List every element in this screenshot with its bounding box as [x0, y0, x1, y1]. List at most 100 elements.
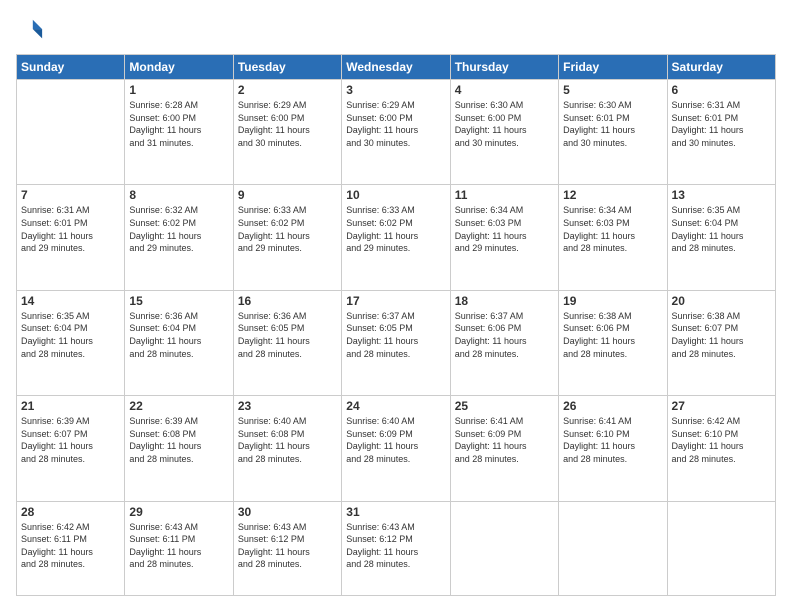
day-info: Sunrise: 6:36 AMSunset: 6:05 PMDaylight:… [238, 310, 337, 360]
day-number: 15 [129, 294, 228, 308]
day-number: 23 [238, 399, 337, 413]
day-number: 14 [21, 294, 120, 308]
day-info: Sunrise: 6:39 AMSunset: 6:07 PMDaylight:… [21, 415, 120, 465]
day-info: Sunrise: 6:33 AMSunset: 6:02 PMDaylight:… [238, 204, 337, 254]
day-info: Sunrise: 6:30 AMSunset: 6:01 PMDaylight:… [563, 99, 662, 149]
day-number: 1 [129, 83, 228, 97]
calendar-cell: 5 Sunrise: 6:30 AMSunset: 6:01 PMDaylight… [559, 80, 667, 185]
day-number: 11 [455, 188, 554, 202]
day-info: Sunrise: 6:37 AMSunset: 6:05 PMDaylight:… [346, 310, 445, 360]
calendar-cell: 2 Sunrise: 6:29 AMSunset: 6:00 PMDaylight… [233, 80, 341, 185]
calendar-week-row: 7 Sunrise: 6:31 AMSunset: 6:01 PMDaylight… [17, 185, 776, 290]
calendar-cell: 27 Sunrise: 6:42 AMSunset: 6:10 PMDayligh… [667, 396, 775, 501]
day-info: Sunrise: 6:29 AMSunset: 6:00 PMDaylight:… [238, 99, 337, 149]
day-number: 12 [563, 188, 662, 202]
day-info: Sunrise: 6:42 AMSunset: 6:10 PMDaylight:… [672, 415, 771, 465]
calendar-cell: 20 Sunrise: 6:38 AMSunset: 6:07 PMDayligh… [667, 290, 775, 395]
calendar-cell: 30Sunrise: 6:43 AMSunset: 6:12 PMDayligh… [233, 501, 341, 595]
calendar-cell: 8 Sunrise: 6:32 AMSunset: 6:02 PMDaylight… [125, 185, 233, 290]
calendar-cell: 22Sunrise: 6:39 AMSunset: 6:08 PMDayligh… [125, 396, 233, 501]
day-number: 2 [238, 83, 337, 97]
calendar-cell: 23 Sunrise: 6:40 AMSunset: 6:08 PMDayligh… [233, 396, 341, 501]
day-info: Sunrise: 6:33 AMSunset: 6:02 PMDaylight:… [346, 204, 445, 254]
calendar-cell: 18Sunrise: 6:37 AMSunset: 6:06 PMDayligh… [450, 290, 558, 395]
calendar-cell: 9 Sunrise: 6:33 AMSunset: 6:02 PMDaylight… [233, 185, 341, 290]
day-number: 17 [346, 294, 445, 308]
day-number: 24 [346, 399, 445, 413]
calendar-cell: 13 Sunrise: 6:35 AMSunset: 6:04 PMDayligh… [667, 185, 775, 290]
calendar-header-sunday: Sunday [17, 55, 125, 80]
day-number: 18 [455, 294, 554, 308]
day-info: Sunrise: 6:31 AMSunset: 6:01 PMDaylight:… [672, 99, 771, 149]
calendar-cell: 16Sunrise: 6:36 AMSunset: 6:05 PMDayligh… [233, 290, 341, 395]
calendar-table: SundayMondayTuesdayWednesdayThursdayFrid… [16, 54, 776, 596]
calendar-cell: 10 Sunrise: 6:33 AMSunset: 6:02 PMDayligh… [342, 185, 450, 290]
day-info: Sunrise: 6:30 AMSunset: 6:00 PMDaylight:… [455, 99, 554, 149]
day-number: 10 [346, 188, 445, 202]
calendar-cell: 21 Sunrise: 6:39 AMSunset: 6:07 PMDayligh… [17, 396, 125, 501]
calendar-cell: 19Sunrise: 6:38 AMSunset: 6:06 PMDayligh… [559, 290, 667, 395]
day-info: Sunrise: 6:31 AMSunset: 6:01 PMDaylight:… [21, 204, 120, 254]
calendar-cell: 7 Sunrise: 6:31 AMSunset: 6:01 PMDaylight… [17, 185, 125, 290]
day-info: Sunrise: 6:41 AMSunset: 6:10 PMDaylight:… [563, 415, 662, 465]
calendar-cell: 25 Sunrise: 6:41 AMSunset: 6:09 PMDayligh… [450, 396, 558, 501]
calendar-cell: 3 Sunrise: 6:29 AMSunset: 6:00 PMDaylight… [342, 80, 450, 185]
day-info: Sunrise: 6:41 AMSunset: 6:09 PMDaylight:… [455, 415, 554, 465]
day-info: Sunrise: 6:43 AMSunset: 6:11 PMDaylight:… [129, 521, 228, 571]
day-number: 6 [672, 83, 771, 97]
calendar-header-row: SundayMondayTuesdayWednesdayThursdayFrid… [17, 55, 776, 80]
calendar-cell: 29 Sunrise: 6:43 AMSunset: 6:11 PMDayligh… [125, 501, 233, 595]
day-info: Sunrise: 6:35 AMSunset: 6:04 PMDaylight:… [672, 204, 771, 254]
calendar-cell [17, 80, 125, 185]
logo [16, 16, 48, 44]
day-number: 25 [455, 399, 554, 413]
day-info: Sunrise: 6:32 AMSunset: 6:02 PMDaylight:… [129, 204, 228, 254]
calendar-cell: 12 Sunrise: 6:34 AMSunset: 6:03 PMDayligh… [559, 185, 667, 290]
day-info: Sunrise: 6:29 AMSunset: 6:00 PMDaylight:… [346, 99, 445, 149]
page: SundayMondayTuesdayWednesdayThursdayFrid… [0, 0, 792, 612]
calendar-header-saturday: Saturday [667, 55, 775, 80]
day-number: 8 [129, 188, 228, 202]
day-number: 4 [455, 83, 554, 97]
day-info: Sunrise: 6:40 AMSunset: 6:08 PMDaylight:… [238, 415, 337, 465]
day-number: 27 [672, 399, 771, 413]
calendar-cell: 31 Sunrise: 6:43 AMSunset: 6:12 PMDayligh… [342, 501, 450, 595]
day-number: 3 [346, 83, 445, 97]
calendar-week-row: 21 Sunrise: 6:39 AMSunset: 6:07 PMDayligh… [17, 396, 776, 501]
day-number: 7 [21, 188, 120, 202]
calendar-header-tuesday: Tuesday [233, 55, 341, 80]
day-number: 5 [563, 83, 662, 97]
day-number: 31 [346, 505, 445, 519]
day-info: Sunrise: 6:34 AMSunset: 6:03 PMDaylight:… [455, 204, 554, 254]
day-number: 29 [129, 505, 228, 519]
header [16, 16, 776, 44]
day-number: 13 [672, 188, 771, 202]
calendar-header-thursday: Thursday [450, 55, 558, 80]
calendar-cell: 28 Sunrise: 6:42 AMSunset: 6:11 PMDayligh… [17, 501, 125, 595]
calendar-cell [450, 501, 558, 595]
day-info: Sunrise: 6:42 AMSunset: 6:11 PMDaylight:… [21, 521, 120, 571]
day-info: Sunrise: 6:39 AMSunset: 6:08 PMDaylight:… [129, 415, 228, 465]
calendar-cell: 1Sunrise: 6:28 AMSunset: 6:00 PMDaylight… [125, 80, 233, 185]
calendar-cell: 11 Sunrise: 6:34 AMSunset: 6:03 PMDayligh… [450, 185, 558, 290]
day-info: Sunrise: 6:35 AMSunset: 6:04 PMDaylight:… [21, 310, 120, 360]
day-info: Sunrise: 6:43 AMSunset: 6:12 PMDaylight:… [346, 521, 445, 571]
day-number: 20 [672, 294, 771, 308]
day-info: Sunrise: 6:40 AMSunset: 6:09 PMDaylight:… [346, 415, 445, 465]
day-info: Sunrise: 6:38 AMSunset: 6:07 PMDaylight:… [672, 310, 771, 360]
calendar-week-row: 28 Sunrise: 6:42 AMSunset: 6:11 PMDayligh… [17, 501, 776, 595]
day-info: Sunrise: 6:43 AMSunset: 6:12 PMDaylight:… [238, 521, 337, 571]
day-number: 28 [21, 505, 120, 519]
calendar-header-wednesday: Wednesday [342, 55, 450, 80]
calendar-cell: 14 Sunrise: 6:35 AMSunset: 6:04 PMDayligh… [17, 290, 125, 395]
day-number: 21 [21, 399, 120, 413]
day-info: Sunrise: 6:34 AMSunset: 6:03 PMDaylight:… [563, 204, 662, 254]
day-info: Sunrise: 6:38 AMSunset: 6:06 PMDaylight:… [563, 310, 662, 360]
calendar-cell [667, 501, 775, 595]
calendar-cell: 26Sunrise: 6:41 AMSunset: 6:10 PMDayligh… [559, 396, 667, 501]
day-number: 9 [238, 188, 337, 202]
calendar-cell: 17 Sunrise: 6:37 AMSunset: 6:05 PMDayligh… [342, 290, 450, 395]
calendar-week-row: 1Sunrise: 6:28 AMSunset: 6:00 PMDaylight… [17, 80, 776, 185]
calendar-cell: 4 Sunrise: 6:30 AMSunset: 6:00 PMDaylight… [450, 80, 558, 185]
calendar-header-friday: Friday [559, 55, 667, 80]
